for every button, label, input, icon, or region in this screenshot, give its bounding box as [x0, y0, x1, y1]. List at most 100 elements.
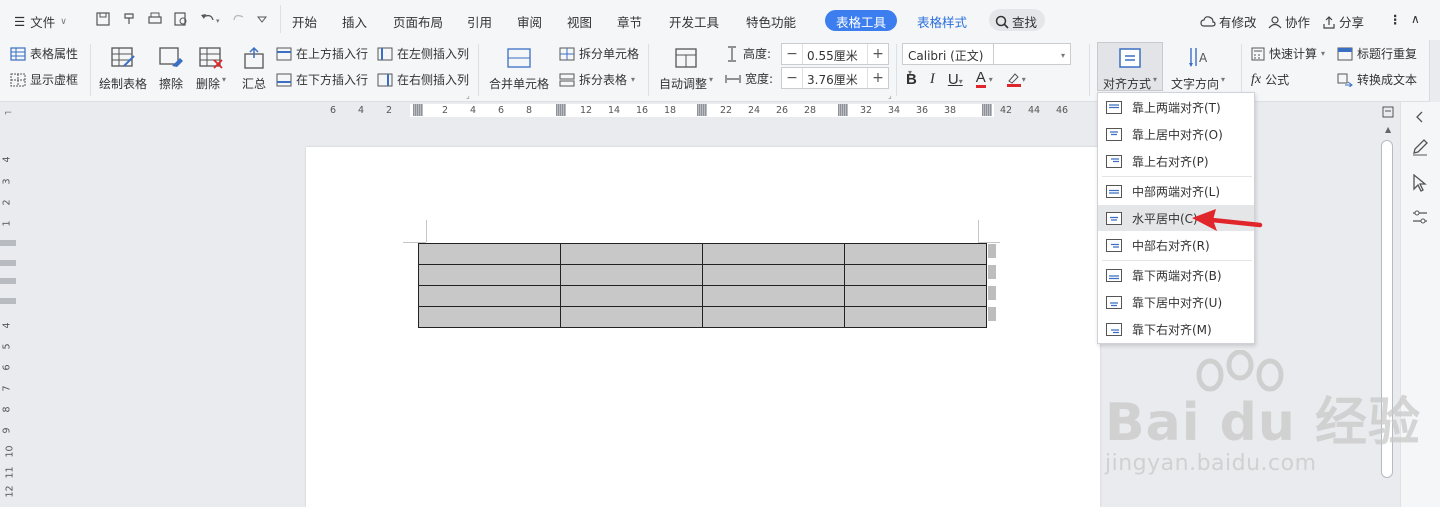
decrease-width-button[interactable]: − — [782, 70, 802, 86]
table-cell[interactable] — [702, 306, 845, 328]
table-cell[interactable] — [560, 285, 703, 307]
highlight-icon[interactable]: ▾ — [1006, 71, 1026, 87]
dialog-launcher-icon[interactable]: ⌟ — [888, 91, 892, 100]
font-color-icon[interactable]: A — [975, 70, 986, 88]
increase-height-button[interactable]: + — [868, 46, 888, 62]
document-table[interactable] — [418, 243, 987, 328]
convert-to-text-button[interactable]: 转换成文本 — [1337, 71, 1417, 88]
bold-icon[interactable]: B — [906, 71, 917, 88]
align-bottom-right-item[interactable]: 靠下右对齐(M) — [1098, 316, 1254, 342]
settings-sliders-icon[interactable] — [1411, 208, 1429, 226]
table-cell[interactable] — [418, 306, 561, 328]
align-bottom-center-item[interactable]: 靠下居中对齐(U) — [1098, 289, 1254, 315]
increase-width-button[interactable]: + — [868, 70, 888, 86]
more-icon[interactable]: ⋮ — [1389, 12, 1402, 27]
insert-row-above-button[interactable]: 在上方插入行 — [276, 45, 368, 62]
align-middle-justify-item[interactable]: 中部两端对齐(L) — [1098, 178, 1254, 204]
tab-page-layout[interactable]: 页面布局 — [393, 12, 443, 31]
align-top-right-item[interactable]: 靠上右对齐(P) — [1098, 148, 1254, 174]
split-table-button[interactable]: 拆分表格 ▾ — [559, 71, 635, 88]
table-cell[interactable] — [560, 264, 703, 286]
tab-home[interactable]: 开始 — [292, 12, 317, 31]
edit-pen-icon[interactable] — [1411, 138, 1429, 156]
ruler-column-marker[interactable] — [982, 104, 992, 116]
ribbon-scroll-right[interactable] — [1429, 40, 1440, 102]
table-cell[interactable] — [844, 264, 987, 286]
table-cell[interactable] — [702, 285, 845, 307]
ruler-column-marker[interactable] — [697, 104, 707, 116]
align-top-center-item[interactable]: 靠上居中对齐(O) — [1098, 121, 1254, 147]
ruler-column-marker[interactable] — [413, 104, 423, 116]
table-cell[interactable] — [844, 285, 987, 307]
select-cursor-icon[interactable] — [1412, 174, 1428, 192]
search-button[interactable]: 查找 — [989, 9, 1046, 31]
tab-features[interactable]: 特色功能 — [746, 12, 796, 31]
collapse-ribbon-icon[interactable]: ∧ — [1411, 12, 1420, 26]
tab-table-style[interactable]: 表格样式 — [917, 12, 967, 31]
underline-icon[interactable]: U▾ — [948, 71, 963, 88]
table-cell[interactable] — [418, 285, 561, 307]
ruler-column-marker[interactable] — [838, 104, 848, 116]
merge-cells-button[interactable]: 合并单元格 — [489, 44, 549, 92]
table-cell[interactable] — [702, 264, 845, 286]
insert-col-right-button[interactable]: 在右侧插入列 — [377, 71, 469, 88]
align-button[interactable]: 对齐方式 ▾ — [1100, 44, 1160, 92]
undo-icon[interactable]: ▾ — [199, 11, 221, 27]
view-toggle-icon[interactable] — [1382, 106, 1394, 118]
align-middle-right-item[interactable]: 中部右对齐(R) — [1098, 232, 1254, 258]
has-changes-button[interactable]: 有修改 — [1200, 12, 1257, 31]
tab-review[interactable]: 审阅 — [517, 12, 542, 31]
table-cell[interactable] — [418, 264, 561, 286]
table-cell[interactable] — [844, 306, 987, 328]
split-cells-button[interactable]: 拆分单元格 — [559, 45, 639, 62]
tab-references[interactable]: 引用 — [467, 12, 492, 31]
tab-developer[interactable]: 开发工具 — [669, 12, 719, 31]
collab-button[interactable]: 协作 — [1268, 12, 1310, 31]
redo-icon[interactable] — [231, 11, 247, 27]
dialog-launcher-icon[interactable]: ⌟ — [466, 91, 470, 100]
row-height-stepper[interactable]: − 0.55厘米 + — [781, 43, 889, 65]
repeat-header-button[interactable]: 标题行重复 — [1337, 45, 1417, 62]
format-painter-icon[interactable] — [121, 11, 137, 27]
col-width-input[interactable]: 3.76厘米 — [802, 68, 868, 88]
save-icon[interactable] — [95, 11, 111, 27]
erase-button[interactable]: 擦除 — [158, 44, 184, 92]
tab-table-tools[interactable]: 表格工具 — [825, 10, 898, 31]
show-gridlines-button[interactable]: 显示虚框 — [10, 71, 78, 88]
font-name-select[interactable]: Calibri (正文) ▾ — [902, 43, 994, 77]
col-width-stepper[interactable]: − 3.76厘米 + — [781, 67, 889, 89]
customize-toolbar-icon[interactable] — [257, 11, 267, 27]
share-button[interactable]: 分享 — [1322, 12, 1364, 31]
insert-col-left-button[interactable]: 在左侧插入列 — [377, 45, 469, 62]
print-preview-icon[interactable] — [173, 11, 189, 27]
insert-row-below-button[interactable]: 在下方插入行 — [276, 71, 368, 88]
table-properties-button[interactable]: 表格属性 — [10, 45, 78, 62]
draw-table-button[interactable]: 绘制表格 — [99, 44, 147, 92]
table-cell[interactable] — [418, 243, 561, 265]
scroll-up-icon[interactable]: ▲ — [1385, 125, 1391, 134]
tab-chapter[interactable]: 章节 — [617, 12, 642, 31]
align-top-justify-item[interactable]: 靠上两端对齐(T) — [1098, 94, 1254, 120]
table-cell[interactable] — [560, 243, 703, 265]
italic-icon[interactable]: I — [930, 71, 935, 88]
decrease-height-button[interactable]: − — [782, 46, 802, 62]
tab-insert[interactable]: 插入 — [342, 12, 367, 31]
print-icon[interactable] — [147, 11, 163, 27]
ruler-column-marker[interactable] — [556, 104, 566, 116]
file-menu[interactable]: ☰ 文件 ∨ — [14, 12, 67, 31]
table-cell[interactable] — [844, 243, 987, 265]
summary-button[interactable]: 汇总 — [241, 44, 267, 92]
text-direction-button[interactable]: A 文字方向 ▾ — [1171, 44, 1225, 92]
tab-view[interactable]: 视图 — [567, 12, 592, 31]
table-cell[interactable] — [560, 306, 703, 328]
auto-fit-button[interactable]: 自动调整 ▾ — [659, 44, 713, 92]
font-size-select[interactable]: ▾ — [993, 43, 1071, 65]
quick-calc-button[interactable]: 快速计算 ▾ — [1251, 45, 1325, 62]
collapse-sidebar-icon[interactable] — [1413, 110, 1427, 124]
align-bottom-justify-item[interactable]: 靠下两端对齐(B) — [1098, 262, 1254, 288]
tab-stop-icon[interactable]: ⌐ — [4, 108, 12, 119]
delete-button[interactable]: 删除 ▾ — [196, 44, 226, 92]
table-cell[interactable] — [702, 243, 845, 265]
row-height-input[interactable]: 0.55厘米 — [802, 44, 868, 64]
formula-button[interactable]: fx 公式 — [1251, 71, 1289, 88]
